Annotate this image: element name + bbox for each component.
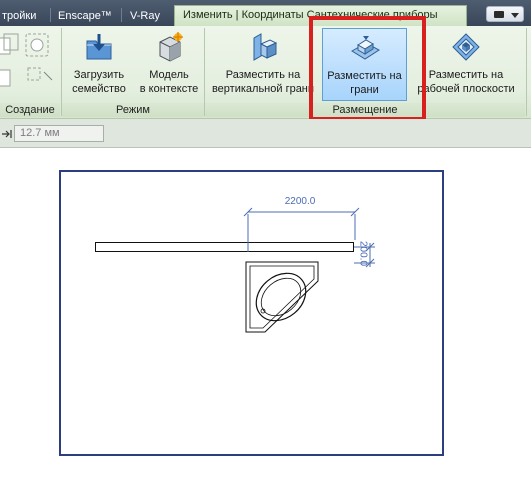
panel-title-create: Создание bbox=[0, 103, 60, 117]
place-on-vertical-face-button[interactable]: Разместить на вертикальной грани bbox=[207, 28, 319, 101]
create-tools-group[interactable] bbox=[0, 28, 60, 101]
load-family-label: Загрузить семейство bbox=[72, 69, 126, 95]
highlight-annotation-box bbox=[309, 16, 426, 121]
model-in-context-icon bbox=[159, 32, 183, 62]
work-plane-icon bbox=[452, 33, 480, 61]
tab-separator bbox=[50, 8, 51, 22]
tab-enscape[interactable]: Enscape™ bbox=[58, 6, 112, 26]
ribbon-display-toggle[interactable] bbox=[486, 6, 524, 22]
camera-icon bbox=[494, 11, 504, 18]
panel-separator bbox=[526, 28, 527, 116]
panel-title-mode: Режим bbox=[62, 103, 204, 117]
dimension-label-horizontal: 2200.0 bbox=[284, 196, 316, 207]
place-on-work-plane-button[interactable]: Разместить на рабочей плоскости bbox=[413, 28, 519, 101]
load-family-button[interactable]: Загрузить семейство bbox=[66, 28, 132, 101]
dimension-label-vertical: 200.0 bbox=[357, 240, 369, 267]
chevron-down-icon bbox=[511, 13, 519, 18]
vertical-face-icon bbox=[253, 33, 278, 61]
tab-vray[interactable]: V-Ray bbox=[130, 6, 160, 26]
ribbon-tab-bar: тройки Enscape™ V-Ray Изменить | Координ… bbox=[0, 0, 531, 26]
model-in-context-label: Модель в контексте bbox=[139, 69, 199, 95]
tab-settings[interactable]: тройки bbox=[2, 6, 36, 26]
create-tools-icon bbox=[0, 33, 53, 87]
offset-input[interactable]: 12.7 мм bbox=[14, 125, 104, 142]
tab-separator bbox=[121, 8, 122, 22]
model-in-context-button[interactable]: Модель в контексте bbox=[136, 28, 202, 101]
place-on-vertical-face-label: Разместить на вертикальной грани bbox=[211, 69, 315, 95]
offset-arrow-icon bbox=[2, 130, 12, 138]
place-on-work-plane-label: Разместить на рабочей плоскости bbox=[417, 69, 515, 95]
load-family-icon bbox=[86, 34, 112, 60]
bathtub-fixture[interactable] bbox=[245, 261, 321, 333]
